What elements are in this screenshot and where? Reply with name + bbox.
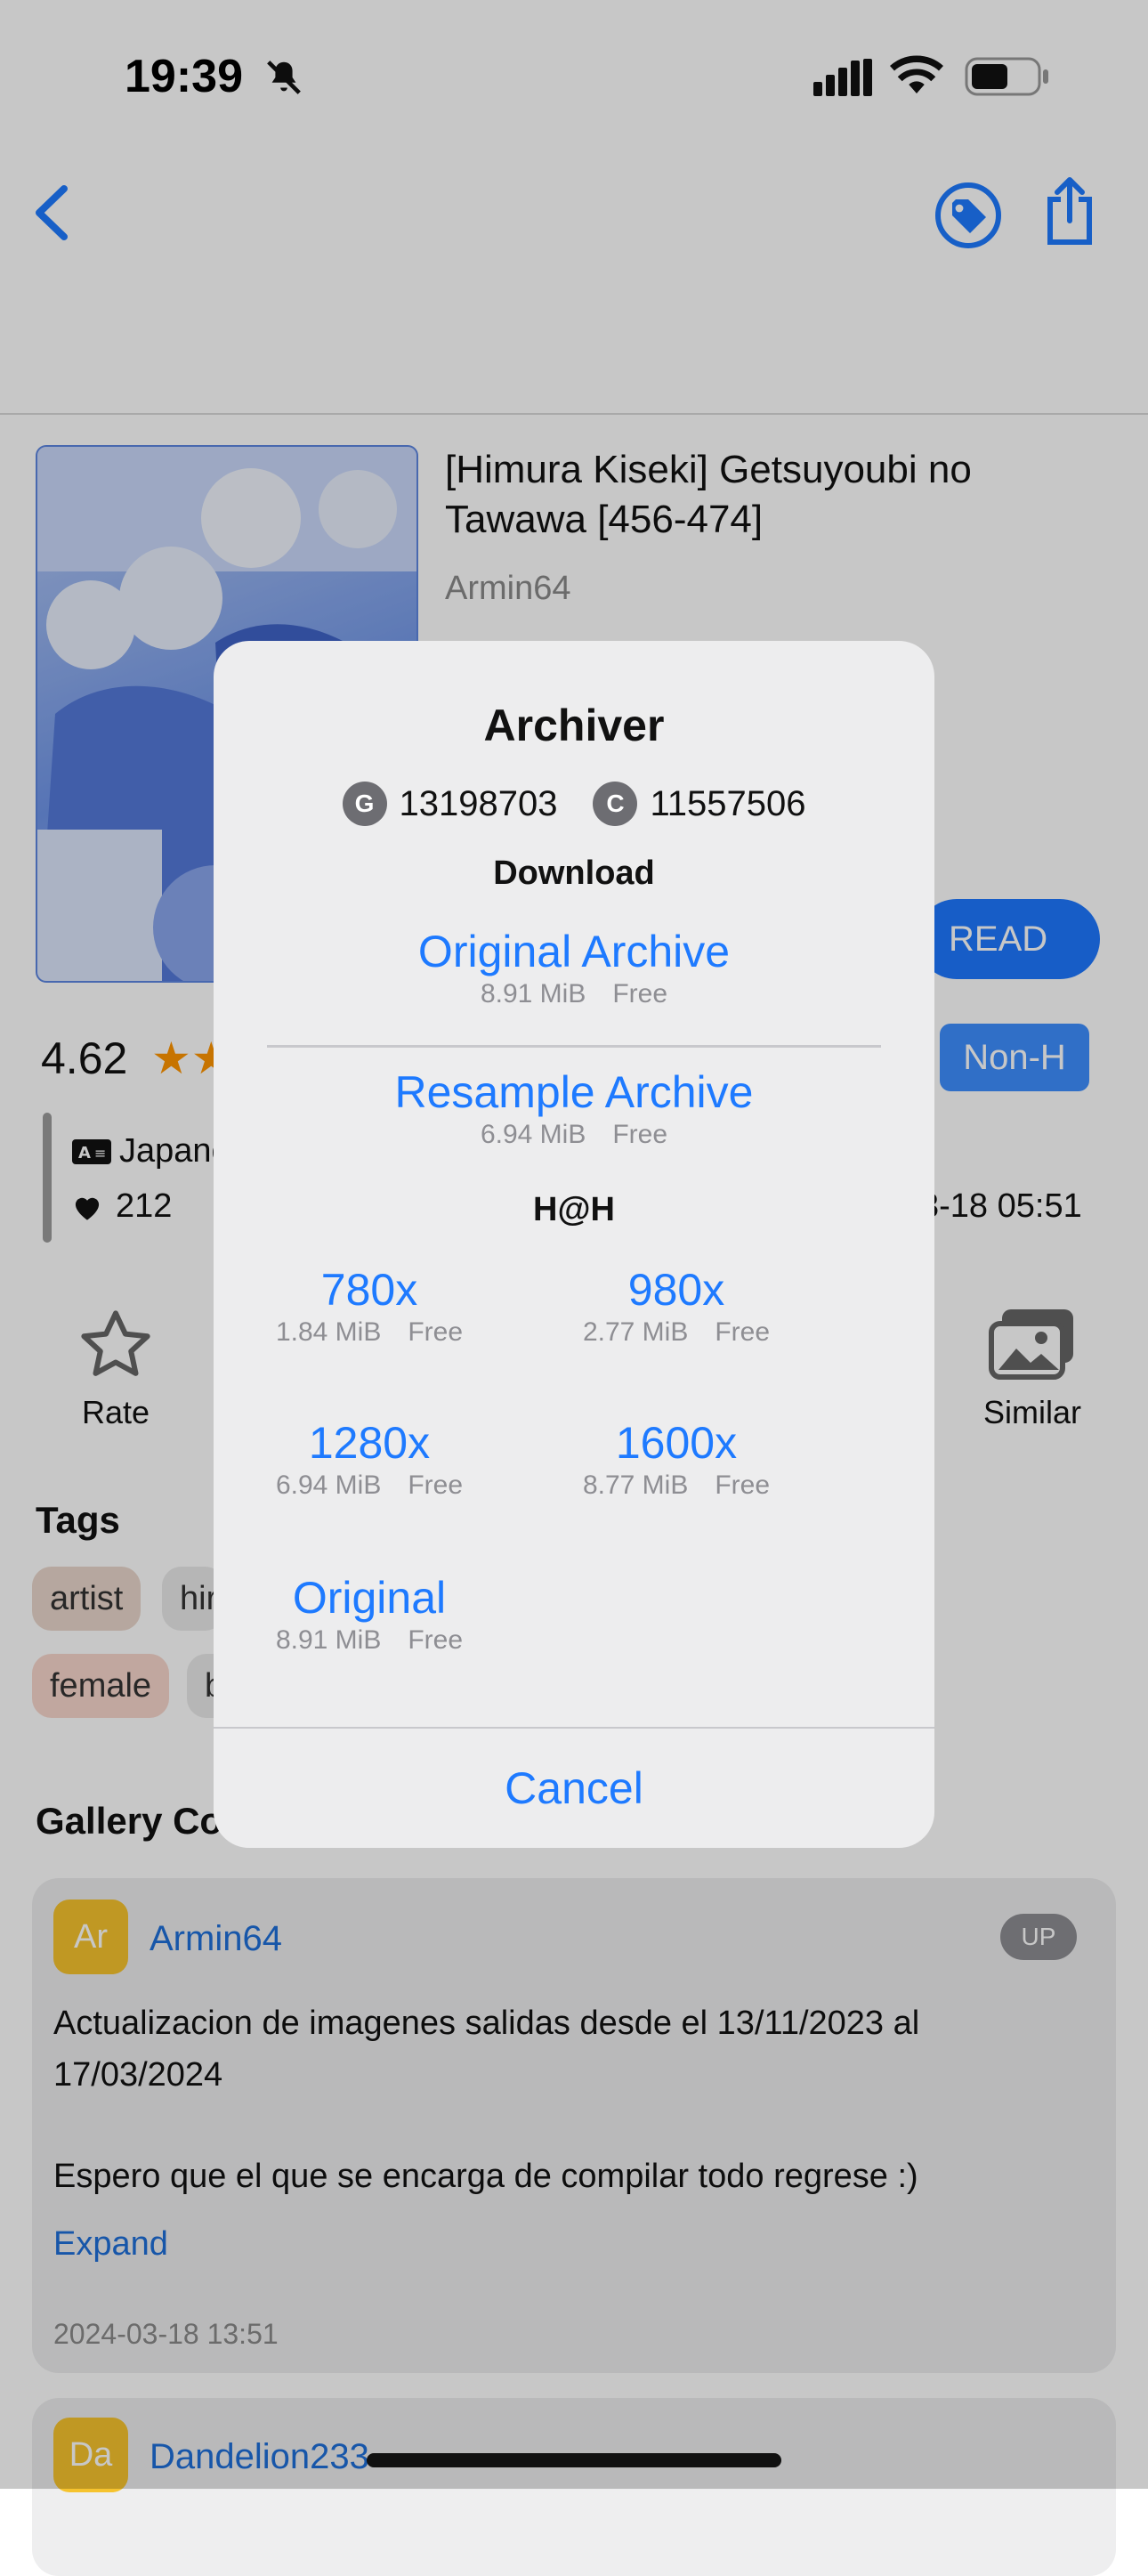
resample-archive-option[interactable]: Resample Archive 6.94 MiB Free xyxy=(214,1066,934,1150)
gp-icon: G xyxy=(342,782,387,826)
hath-980x-option[interactable]: 980x 2.77 MiB Free xyxy=(574,1264,779,1348)
credits-balance: 11557506 xyxy=(650,783,806,823)
option-name: 780x xyxy=(320,1265,418,1315)
dialog-title: Archiver xyxy=(483,701,665,750)
option-size: 8.91 MiB xyxy=(275,1625,382,1655)
option-size: 2.77 MiB xyxy=(582,1317,689,1347)
option-size: 6.94 MiB xyxy=(480,1120,586,1149)
download-section-title: Download xyxy=(493,855,655,892)
gp-balance: 13198703 xyxy=(399,783,558,823)
option-cost: Free xyxy=(612,979,668,1009)
option-size: 1.84 MiB xyxy=(275,1317,382,1347)
hath-original-option[interactable]: Original 8.91 MiB Free xyxy=(267,1572,472,1656)
hath-780x-option[interactable]: 780x 1.84 MiB Free xyxy=(267,1264,472,1348)
option-name: 980x xyxy=(627,1265,725,1315)
option-cost: Free xyxy=(715,1317,771,1347)
option-cost: Free xyxy=(408,1317,464,1347)
currency-balances: G 13198703 C 11557506 xyxy=(214,782,934,826)
original-archive-option[interactable]: Original Archive 8.91 MiB Free xyxy=(214,926,934,1009)
option-cost: Free xyxy=(715,1470,771,1500)
option-cost: Free xyxy=(612,1120,668,1149)
option-size: 6.94 MiB xyxy=(275,1470,382,1500)
option-name: Original Archive xyxy=(417,927,731,976)
hath-1280x-option[interactable]: 1280x 6.94 MiB Free xyxy=(267,1417,472,1501)
option-cost: Free xyxy=(408,1470,464,1500)
home-indicator xyxy=(367,2453,781,2467)
option-name: 1600x xyxy=(615,1418,738,1468)
hath-1600x-option[interactable]: 1600x 8.77 MiB Free xyxy=(574,1417,779,1501)
credits-icon: C xyxy=(593,782,638,826)
divider xyxy=(267,1045,881,1048)
hath-section-title: H@H xyxy=(533,1191,615,1228)
option-size: 8.91 MiB xyxy=(480,979,586,1009)
option-name: 1280x xyxy=(308,1418,431,1468)
option-name: Original xyxy=(292,1573,447,1623)
option-name: Resample Archive xyxy=(394,1067,754,1117)
archiver-dialog: Archiver G 13198703 C 11557506 Download … xyxy=(214,641,934,1848)
divider xyxy=(214,1727,934,1729)
cancel-button[interactable]: Cancel xyxy=(214,1762,934,1814)
option-cost: Free xyxy=(408,1625,464,1655)
option-size: 8.77 MiB xyxy=(582,1470,689,1500)
